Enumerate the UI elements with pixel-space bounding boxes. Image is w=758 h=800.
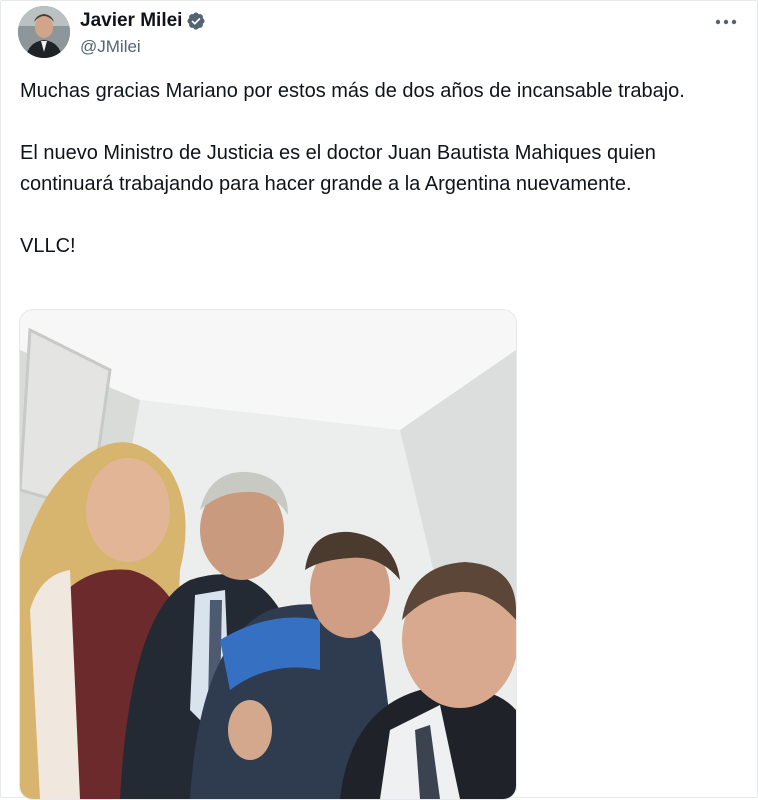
tweet-header: Javier Milei @JMilei [18,6,740,60]
more-horizontal-icon[interactable] [712,8,740,30]
tweet-photo[interactable] [19,309,517,800]
author-display-name[interactable]: Javier Milei [80,10,182,32]
tweet-paragraph: Muchas gracias Mariano por estos más de … [20,80,685,102]
tweet-paragraph: El nuevo Ministro de Justicia es el doct… [20,142,662,195]
author-name-row: Javier Milei [80,10,206,32]
verified-badge-icon [186,11,206,31]
author-handle[interactable]: @JMilei [80,37,141,57]
avatar[interactable] [18,6,70,58]
tweet-text: Muchas gracias Mariano por estos más de … [20,76,742,293]
tweet-paragraph: VLLC! [20,235,76,257]
